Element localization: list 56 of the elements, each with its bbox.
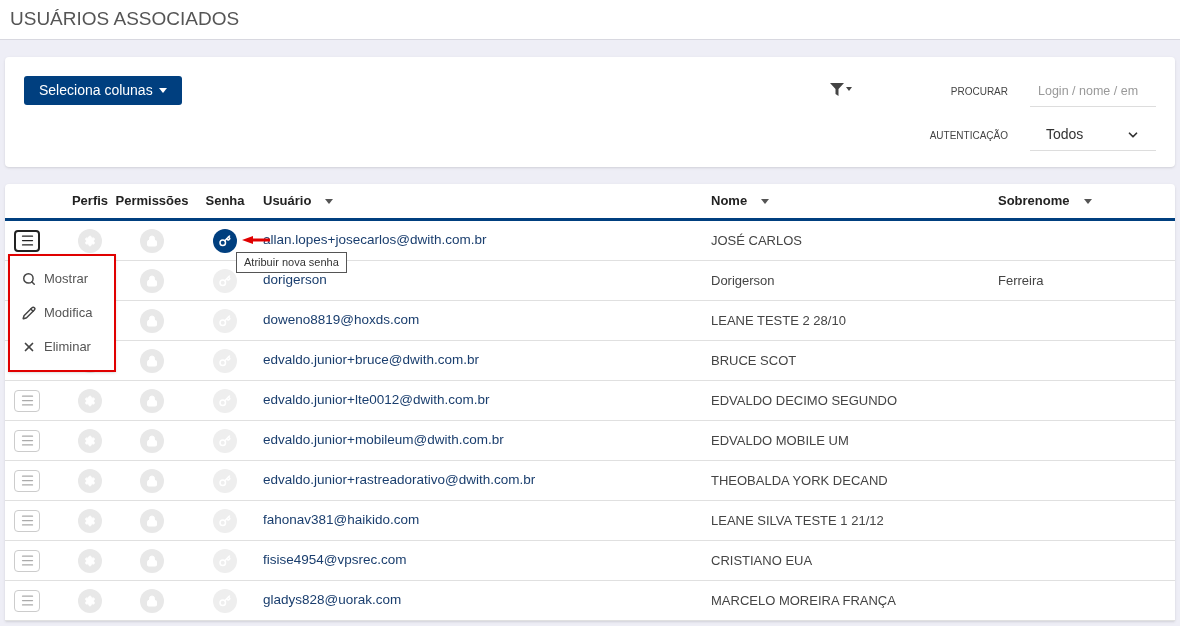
search-label: PROCURAR	[950, 85, 1008, 99]
name-cell-text: LEANE SILVA TESTE 1 21/12	[711, 511, 884, 530]
column-header[interactable]: Nome	[711, 191, 748, 211]
menu-item[interactable]: Mostrar	[10, 262, 114, 296]
close-icon	[22, 340, 36, 354]
username-cell-text: allan.lopes+josecarlos@dwith.com.br	[263, 231, 487, 250]
name-cell-text: EDVALDO MOBILE UM	[711, 431, 849, 450]
username-cell-text: gladys828@uorak.com	[263, 591, 402, 610]
menu-item[interactable]: Eliminar	[10, 330, 114, 364]
column-header[interactable]: Usuário	[263, 191, 312, 211]
caret-icon	[845, 87, 852, 91]
search-icon	[22, 272, 36, 286]
pencil-icon	[22, 306, 36, 320]
row-menu-button[interactable]	[14, 229, 40, 252]
name-cell-text: EDVALDO DECIMO SEGUNDO	[711, 391, 898, 410]
menu-icon	[19, 593, 35, 608]
username-cell-text: doweno8819@hoxds.com	[263, 311, 420, 330]
menu-icon	[19, 473, 35, 488]
username-cell-text: edvaldo.junior+rastreadorativo@dwith.com.br	[263, 471, 536, 490]
name-cell-text: MARCELO MOREIRA FRANÇA	[711, 591, 896, 610]
page-title: USUÁRIOS ASSOCIADOS	[10, 7, 240, 32]
name-cell-text: LEANE TESTE 2 28/10	[711, 311, 846, 330]
surname-cell-text: Ferreira	[998, 271, 1044, 290]
sort-caret-icon	[325, 198, 334, 204]
username-cell-text: edvaldo.junior+lte0012@dwith.com.br	[263, 391, 490, 410]
select-columns-button[interactable]: Seleciona colunas	[24, 76, 182, 105]
column-header: Permissões	[115, 192, 189, 211]
menu-item[interactable]: Modifica	[10, 296, 114, 330]
username-cell-text: fahonav381@haikido.com	[263, 511, 420, 530]
name-cell-text: Dorigerson	[711, 271, 775, 290]
menu-icon	[19, 553, 35, 568]
authentication-select[interactable]: Todos	[1030, 119, 1156, 151]
menu-icon	[19, 513, 35, 528]
search-field[interactable]: Login / nome / em	[1030, 76, 1156, 107]
gear-icon[interactable]	[78, 228, 102, 253]
filter-icon	[829, 82, 844, 96]
column-header[interactable]: Sobrenome	[998, 191, 1070, 211]
tooltip: Atribuir nova senha	[236, 252, 347, 273]
menu-icon	[19, 233, 35, 248]
sort-caret-icon	[761, 198, 770, 204]
name-cell-text: JOSÉ CARLOS	[711, 231, 803, 250]
sort-caret-icon	[1083, 198, 1092, 204]
caret-icon	[158, 88, 167, 93]
name-cell-text: BRUCE SCOT	[711, 351, 797, 370]
key-icon[interactable]	[213, 228, 237, 253]
name-cell-text: THEOBALDA YORK DECAND	[711, 471, 888, 490]
name-cell-text: CRISTIANO EUA	[711, 551, 813, 570]
column-header: Senha	[205, 192, 245, 211]
username-cell-text: edvaldo.junior+bruce@dwith.com.br	[263, 351, 479, 370]
menu-icon	[19, 393, 35, 408]
username-cell-text: dorigerson	[263, 271, 327, 290]
menu-icon	[19, 433, 35, 448]
authentication-label: AUTENTICAÇÃO	[929, 128, 1008, 143]
username-cell-text: edvaldo.junior+mobileum@dwith.com.br	[263, 431, 504, 450]
column-header: Perfis	[71, 192, 109, 211]
username-cell-text: fisise4954@vpsrec.com	[263, 551, 407, 570]
